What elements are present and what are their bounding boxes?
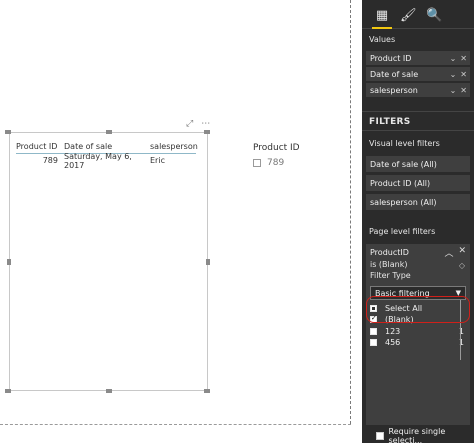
value-well-label: salesperson	[370, 85, 418, 95]
filter-card-date-of-sale[interactable]: Date of sale (All)	[366, 156, 470, 172]
pane-tabs: ▦ 🖌 🔍	[362, 0, 474, 29]
collapse-chevron-up-icon[interactable]: ︿	[444, 246, 453, 259]
value-well-product-id[interactable]: Product ID ⌄ ✕	[366, 51, 470, 65]
require-single-label: Require single selecti...	[388, 427, 446, 443]
red-highlight-annotation	[366, 296, 470, 323]
resize-handle-top[interactable]	[106, 130, 112, 134]
resize-handle-bottom[interactable]	[106, 389, 112, 393]
resize-handle-bottom-left[interactable]	[5, 389, 11, 393]
column-header-date-of-sale[interactable]: Date of sale	[60, 142, 146, 151]
page-level-filters-label: Page level filters	[369, 227, 436, 236]
sales-table: Product ID Date of sale salesperson 789 …	[16, 139, 198, 170]
active-tab-indicator	[372, 27, 392, 29]
format-paint-roller-icon[interactable]: 🖌	[400, 8, 417, 24]
value-well-salesperson[interactable]: salesperson ⌄ ✕	[366, 83, 470, 97]
filter-option-label: 123	[385, 327, 401, 336]
column-header-product-id[interactable]: Product ID	[16, 142, 60, 151]
cell-date-of-sale: Saturday, May 6, 2017	[64, 151, 132, 170]
slicer-item-label: 789	[267, 158, 285, 168]
page-filter-condition: is (Blank)	[370, 260, 408, 269]
slicer-checkbox[interactable]	[253, 159, 261, 167]
table-row[interactable]: 789 Saturday, May 6, 2017 Eric	[16, 151, 196, 170]
require-single-selection[interactable]: Require single selecti...	[376, 427, 474, 443]
resize-handle-bottom-right[interactable]	[204, 389, 210, 393]
chevron-down-icon[interactable]: ⌄	[450, 70, 457, 79]
page-filter-card-productid[interactable]: ProductID ︿ ✕ is (Blank) ◇ Filter Type B…	[366, 244, 470, 425]
checkbox-unchecked[interactable]	[370, 328, 377, 335]
filter-card-salesperson[interactable]: salesperson (All)	[366, 194, 470, 210]
require-single-checkbox[interactable]	[376, 432, 384, 440]
cell-product-id: 789	[42, 156, 58, 165]
slicer-item[interactable]: 789	[253, 158, 300, 168]
visualizations-pane: ▦ 🖌 🔍 Values Product ID ⌄ ✕ Date of sale …	[362, 0, 474, 443]
page-boundary-bottom	[0, 424, 351, 425]
visual-header: ⤢ ⋯	[186, 120, 210, 129]
value-well-label: Product ID	[370, 53, 412, 63]
column-header-salesperson[interactable]: salesperson	[146, 142, 198, 151]
close-icon[interactable]: ✕	[460, 70, 467, 79]
focus-mode-icon[interactable]: ⤢	[186, 120, 193, 129]
chevron-down-icon[interactable]: ⌄	[450, 54, 457, 63]
filter-option-label: 456	[385, 338, 401, 347]
more-options-icon[interactable]: ⋯	[201, 120, 210, 129]
close-icon[interactable]: ✕	[460, 54, 467, 63]
resize-handle-right[interactable]	[206, 259, 210, 265]
checkbox-unchecked[interactable]	[370, 339, 377, 346]
cell-salesperson: Eric	[150, 156, 165, 165]
page-filter-field: ProductID	[370, 248, 409, 257]
chevron-down-icon[interactable]: ⌄	[450, 86, 457, 95]
visual-level-filters-label: Visual level filters	[369, 139, 440, 148]
close-icon[interactable]: ✕	[458, 246, 466, 259]
filter-option-123[interactable]: 123 1	[370, 327, 466, 336]
value-well-date-of-sale[interactable]: Date of sale ⌄ ✕	[366, 67, 470, 81]
close-icon[interactable]: ✕	[460, 86, 467, 95]
slicer-title: Product ID	[253, 143, 300, 153]
resize-handle-top-left[interactable]	[5, 130, 11, 134]
resize-handle-left[interactable]	[7, 259, 11, 265]
filters-header: FILTERS	[362, 111, 474, 131]
filter-option-456[interactable]: 456 1	[370, 338, 466, 347]
value-well-label: Date of sale	[370, 69, 419, 79]
page-boundary-right	[350, 0, 351, 424]
resize-handle-top-right[interactable]	[204, 130, 210, 134]
clear-filter-eraser-icon[interactable]: ◇	[459, 261, 465, 270]
filter-card-product-id[interactable]: Product ID (All)	[366, 175, 470, 191]
values-label: Values	[369, 35, 396, 44]
filter-type-label: Filter Type	[370, 271, 411, 280]
analytics-magnifier-icon[interactable]: 🔍	[426, 8, 442, 24]
table-visual[interactable]	[9, 132, 208, 391]
product-id-slicer[interactable]: Product ID 789	[253, 143, 300, 168]
fields-grid-icon[interactable]: ▦	[374, 8, 390, 24]
